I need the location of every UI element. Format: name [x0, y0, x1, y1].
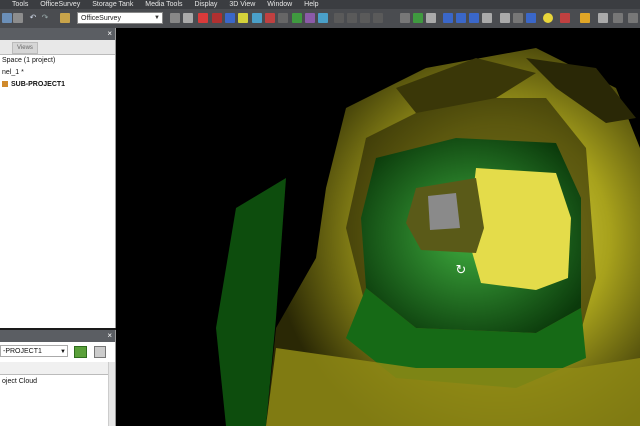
pin-icon[interactable]	[560, 13, 570, 23]
menu-help[interactable]: Help	[304, 0, 318, 9]
section-icon[interactable]	[252, 13, 262, 23]
camera-icon[interactable]	[318, 13, 328, 23]
globe-icon[interactable]	[413, 13, 423, 23]
annotation-icon[interactable]	[305, 13, 315, 23]
polyline-icon[interactable]	[212, 13, 222, 23]
light-bulb-icon[interactable]	[543, 13, 553, 23]
measure-icon[interactable]	[198, 13, 208, 23]
menu-media-tools[interactable]: Media Tools	[145, 0, 182, 9]
target-icon[interactable]	[426, 13, 436, 23]
settings-icon[interactable]	[613, 13, 623, 23]
cloud-panel: × -PROJECT1 ▼ oject Cloud	[0, 330, 116, 426]
pointer-icon[interactable]	[170, 13, 180, 23]
highlight-icon[interactable]	[238, 13, 248, 23]
menu-officesurvey[interactable]: OfficeSurvey	[40, 0, 80, 9]
select-icon[interactable]	[183, 13, 193, 23]
save-icon[interactable]	[2, 13, 12, 23]
project-tree: Space (1 project) nel_1 * SUB-PROJECT1	[0, 55, 115, 91]
close-icon[interactable]: ×	[107, 330, 112, 342]
fly-icon[interactable]	[513, 13, 523, 23]
workflow-icon[interactable]	[60, 13, 70, 23]
zoom-fit-icon[interactable]	[400, 13, 410, 23]
tunnel-end-opening	[428, 193, 460, 230]
menu-storage-tank[interactable]: Storage Tank	[92, 0, 133, 9]
chevron-down-icon: ▼	[154, 15, 160, 21]
menu-3d-view[interactable]: 3D View	[229, 0, 255, 9]
project-panel-header: ×	[0, 28, 115, 40]
walk-icon[interactable]	[500, 13, 510, 23]
main-toolbar: ↶ ↷ OfficeSurvey ▼	[0, 9, 640, 29]
redo-icon[interactable]: ↷	[40, 13, 50, 23]
workflow-select-value: OfficeSurvey	[81, 15, 121, 22]
list-item[interactable]: oject Cloud	[0, 376, 37, 388]
cube-icon[interactable]	[225, 13, 235, 23]
view-side-icon[interactable]	[469, 13, 479, 23]
layout-icon[interactable]	[347, 13, 357, 23]
clip-icon[interactable]	[265, 13, 275, 23]
speaker-icon[interactable]	[598, 13, 608, 23]
rotate-cursor-icon: ↻	[455, 262, 467, 277]
panel-icon[interactable]	[360, 13, 370, 23]
undo-icon[interactable]: ↶	[28, 13, 38, 23]
rotate-tool-icon[interactable]	[580, 13, 590, 23]
menu-bar: Tools OfficeSurvey Storage Tank Media To…	[0, 0, 640, 9]
window-icon[interactable]	[373, 13, 383, 23]
menu-tools[interactable]: Tools	[12, 0, 28, 9]
tunnel-icon[interactable]	[292, 13, 302, 23]
project-select[interactable]: -PROJECT1 ▼	[0, 345, 68, 357]
tree-item-tunnel[interactable]: nel_1 *	[0, 67, 115, 79]
project-select-value: -PROJECT1	[3, 348, 42, 355]
navigate-icon[interactable]	[482, 13, 492, 23]
cloud-panel-header: ×	[0, 330, 115, 342]
project-icon	[2, 81, 8, 88]
tunnel-render	[116, 28, 640, 426]
view-front-icon[interactable]	[443, 13, 453, 23]
orbit-icon[interactable]	[526, 13, 536, 23]
tree-item-workspace[interactable]: Space (1 project)	[0, 55, 115, 67]
tab-views[interactable]: Views	[12, 42, 38, 54]
menu-display[interactable]: Display	[194, 0, 217, 9]
3d-viewport[interactable]: ↻	[116, 28, 640, 426]
grid-view-button[interactable]	[94, 346, 106, 358]
grid-icon[interactable]	[334, 13, 344, 23]
tree-item-subproject[interactable]: SUB-PROJECT1	[0, 79, 115, 91]
add-cloud-button[interactable]	[74, 346, 87, 358]
cloud-list-scrollbar[interactable]	[108, 362, 115, 426]
menu-window[interactable]: Window	[267, 0, 292, 9]
print-icon[interactable]	[13, 13, 23, 23]
fence-icon[interactable]	[278, 13, 288, 23]
close-icon[interactable]: ×	[107, 28, 112, 40]
chevron-down-icon: ▼	[60, 349, 66, 355]
project-panel-tabs: Views	[0, 40, 115, 55]
view-top-icon[interactable]	[456, 13, 466, 23]
more-icon[interactable]	[628, 13, 638, 23]
cloud-list-header	[0, 362, 115, 375]
project-panel: × Views Space (1 project) nel_1 * SUB-PR…	[0, 28, 116, 328]
workflow-select[interactable]: OfficeSurvey ▼	[77, 12, 163, 24]
tree-item-subproject-label: SUB-PROJECT1	[11, 81, 66, 88]
